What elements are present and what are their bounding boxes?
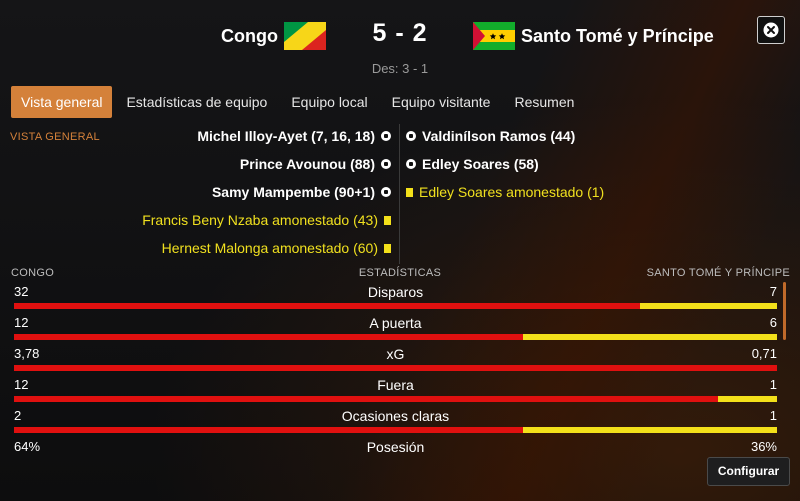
- tab-overview[interactable]: Vista general: [11, 86, 113, 118]
- stat-bar-home-fill: [14, 427, 523, 433]
- tab-bar: Vista general Estadísticas de equipo Equ…: [11, 86, 588, 118]
- away-team-name: Santo Tomé y Príncipe: [521, 26, 714, 46]
- scrollbar[interactable]: [783, 282, 786, 340]
- stat-away-value: 0,71: [751, 346, 777, 361]
- yellow-card-icon: [406, 187, 413, 197]
- stat-bar-home-fill: [14, 365, 777, 371]
- stat-away-value: 6: [769, 315, 777, 330]
- stat-away-value: 1: [769, 408, 777, 423]
- ball-icon: [406, 159, 416, 170]
- stat-away-value: 36%: [750, 439, 777, 454]
- final-score: 5 - 2: [372, 19, 428, 47]
- event-text: Prince Avounou (88): [239, 156, 375, 172]
- home-event: Hernest Malonga amonestado (60): [162, 239, 391, 257]
- stats-away-header: SANTO TOMÉ Y PRÍNCIPE: [646, 267, 790, 279]
- away-event: Edley Soares amonestado (1): [406, 183, 604, 201]
- stats-home-header: CONGO: [11, 267, 55, 279]
- stat-bar: [14, 303, 777, 309]
- stat-bar: [14, 365, 777, 371]
- away-event: Edley Soares (58): [406, 155, 539, 173]
- home-event: Prince Avounou (88): [240, 155, 391, 173]
- close-icon: [763, 22, 779, 38]
- event-text: Edley Soares (58): [422, 156, 539, 172]
- tab-home-team[interactable]: Equipo local: [281, 86, 377, 118]
- tab-team-stats[interactable]: Estadísticas de equipo: [116, 86, 277, 118]
- yellow-card-icon: [384, 243, 391, 253]
- ball-icon: [381, 131, 391, 142]
- stat-name: Posesión: [366, 439, 425, 455]
- events-divider: [399, 124, 400, 264]
- event-text: Samy Mampembe (90+1): [211, 184, 375, 200]
- stat-row: 32 Disparos 7: [14, 284, 777, 315]
- stat-bar: [14, 334, 777, 340]
- ball-icon: [381, 187, 391, 198]
- close-button[interactable]: [757, 16, 785, 44]
- stat-name: Disparos: [367, 284, 424, 300]
- stat-name: xG: [386, 346, 405, 362]
- home-event: Francis Beny Nzaba amonestado (43): [142, 211, 391, 229]
- match-overview-window: Congo 5 - 2 Des: 3 - 1 Santo Tomé y Prín…: [0, 0, 800, 501]
- tab-summary[interactable]: Resumen: [504, 86, 584, 118]
- event-text: Hernest Malonga amonestado (60): [161, 240, 378, 256]
- event-text: Edley Soares amonestado (1): [419, 184, 605, 200]
- tab-away-team[interactable]: Equipo visitante: [382, 86, 501, 118]
- home-event: Michel Illoy-Ayet (7, 16, 18): [197, 127, 391, 145]
- stat-bar: [14, 396, 777, 402]
- stat-name: Fuera: [377, 377, 414, 393]
- section-label: VISTA GENERAL: [10, 131, 100, 143]
- stat-away-value: 1: [769, 377, 777, 392]
- stat-bar: [14, 427, 777, 433]
- event-text: Valdinílson Ramos (44): [422, 128, 576, 144]
- ball-icon: [406, 131, 416, 142]
- ball-icon: [381, 159, 391, 170]
- event-text: Michel Illoy-Ayet (7, 16, 18): [197, 128, 375, 144]
- home-team-name: Congo: [221, 26, 278, 46]
- yellow-card-icon: [384, 215, 391, 225]
- stat-name: A puerta: [369, 315, 422, 331]
- stat-away-value: 7: [769, 284, 777, 299]
- stat-row: 3,78 xG 0,71: [14, 346, 777, 377]
- stat-row: 12 Fuera 1: [14, 377, 777, 408]
- stats-title: ESTADÍSTICAS: [358, 267, 442, 279]
- stat-bar-home-fill: [14, 334, 523, 340]
- configure-button[interactable]: Configurar: [707, 457, 790, 486]
- event-text: Francis Beny Nzaba amonestado (43): [142, 212, 378, 228]
- stat-row: 12 A puerta 6: [14, 315, 777, 346]
- stat-bar-home-fill: [14, 396, 719, 402]
- halftime-score: Des: 3 - 1: [371, 61, 429, 76]
- stat-row: 64% Posesión 36%: [14, 439, 777, 470]
- stat-bar-home-fill: [14, 303, 641, 309]
- congo-flag-icon: [284, 22, 326, 50]
- stat-name: Ocasiones claras: [341, 408, 450, 424]
- stat-row: 2 Ocasiones claras 1: [14, 408, 777, 439]
- away-event: Valdinílson Ramos (44): [406, 127, 575, 145]
- home-event: Samy Mampembe (90+1): [212, 183, 391, 201]
- sao-tome-flag-icon: [473, 22, 515, 50]
